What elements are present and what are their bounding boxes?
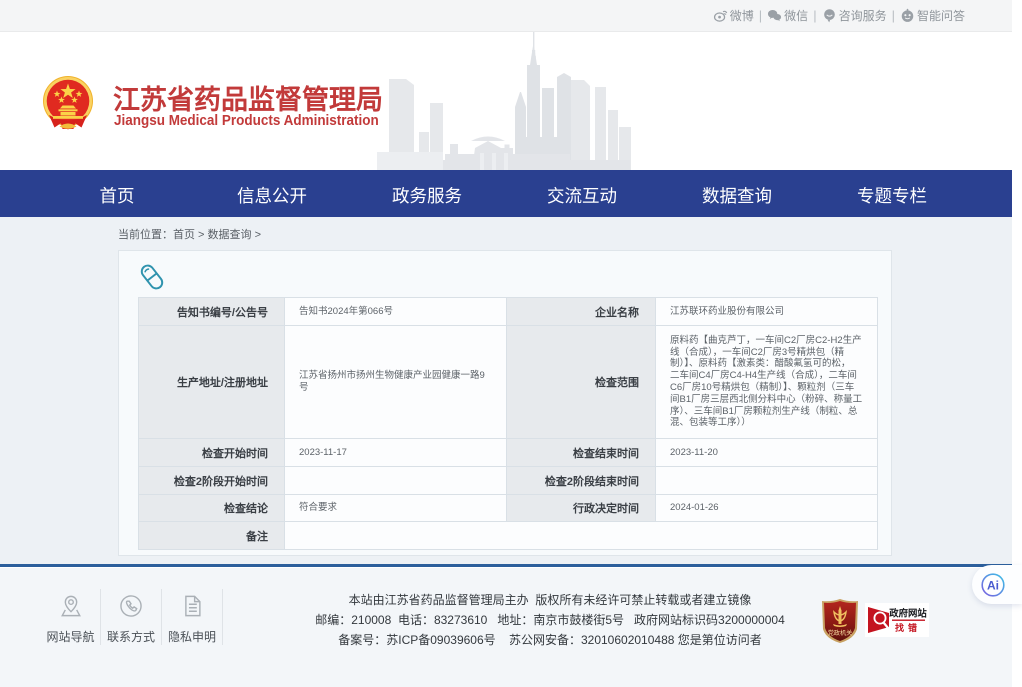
svg-text:找错: 找错 xyxy=(895,622,921,633)
svg-text:政府网站: 政府网站 xyxy=(889,608,927,619)
svg-text:党政机关: 党政机关 xyxy=(828,629,853,637)
svg-text:Ai: Ai xyxy=(987,579,999,593)
